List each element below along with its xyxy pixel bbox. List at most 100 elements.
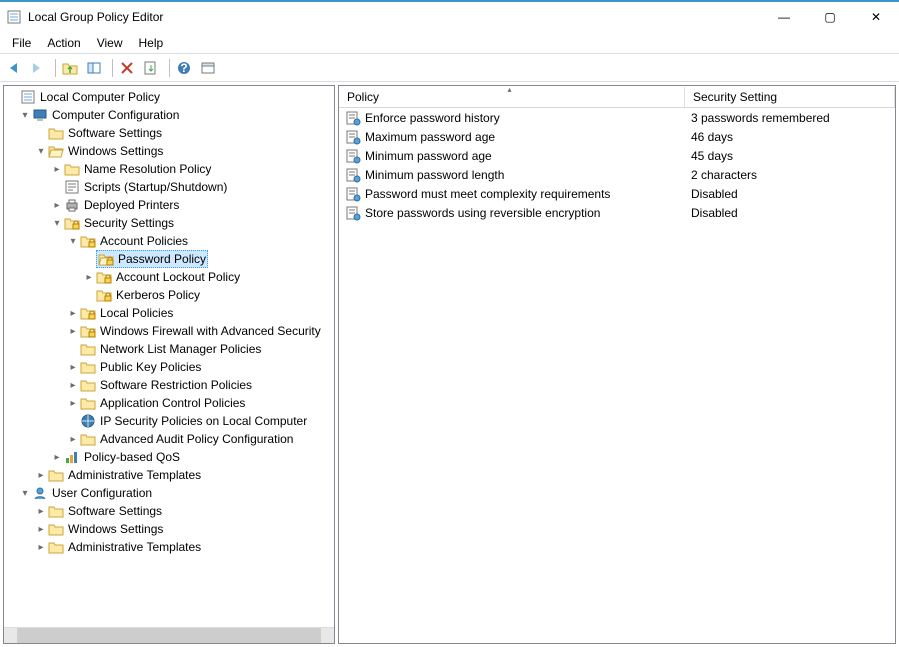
chevron-down-icon[interactable]: ▾ [50, 218, 64, 229]
tree-item-scripts[interactable]: ▸ Scripts (Startup/Shutdown) [4, 178, 334, 196]
chevron-right-icon[interactable]: ▸ [34, 542, 48, 553]
list-row[interactable]: Minimum password age45 days [339, 146, 895, 165]
tree-horizontal-scrollbar[interactable] [4, 627, 334, 643]
tree-item-software-restriction[interactable]: ▸ Software Restriction Policies [4, 376, 334, 394]
show-hide-tree-button[interactable] [85, 57, 107, 79]
maximize-button[interactable]: ▢ [807, 2, 853, 32]
forward-button[interactable] [28, 57, 50, 79]
chevron-down-icon[interactable]: ▾ [66, 236, 80, 247]
folder-icon [48, 467, 64, 483]
list-row[interactable]: Store passwords using reversible encrypt… [339, 203, 895, 222]
chevron-right-icon[interactable]: ▸ [66, 362, 80, 373]
policy-item-icon [345, 205, 361, 221]
back-button[interactable] [4, 57, 26, 79]
column-header-setting[interactable]: Security Setting [685, 87, 895, 107]
delete-button[interactable] [118, 57, 140, 79]
tree-label: Local Computer Policy [40, 90, 160, 104]
folder-icon [64, 161, 80, 177]
close-button[interactable]: ✕ [853, 2, 899, 32]
chevron-right-icon[interactable]: ▸ [34, 506, 48, 517]
list-pane: Policy Security Setting Enforce password… [338, 85, 896, 644]
list-row[interactable]: Enforce password history3 passwords reme… [339, 108, 895, 127]
tree-item-firewall[interactable]: ▸ Windows Firewall with Advanced Securit… [4, 322, 334, 340]
policy-item-icon [345, 110, 361, 126]
tree-item-user-config[interactable]: ▾ User Configuration [4, 484, 334, 502]
minimize-button[interactable]: — [761, 2, 807, 32]
folder-icon [48, 125, 64, 141]
tree-item-password-policy[interactable]: ▸ Password Policy [4, 250, 334, 268]
policy-name: Maximum password age [365, 130, 495, 144]
tree-label: Kerberos Policy [116, 288, 200, 302]
tree-item-ip-security[interactable]: ▸ IP Security Policies on Local Computer [4, 412, 334, 430]
cell-policy: Maximum password age [339, 129, 685, 145]
folder-lock-open-icon [98, 251, 114, 267]
chevron-right-icon[interactable]: ▸ [66, 380, 80, 391]
tree-item-user-admin-templates[interactable]: ▸ Administrative Templates [4, 538, 334, 556]
window-title: Local Group Policy Editor [28, 10, 761, 24]
toolbar-separator [169, 59, 170, 77]
tree-item-root[interactable]: ▾ Local Computer Policy [4, 88, 334, 106]
app-icon [6, 9, 22, 25]
tree-item-advanced-audit[interactable]: ▸ Advanced Audit Policy Configuration [4, 430, 334, 448]
tree-item-local-policies[interactable]: ▸ Local Policies [4, 304, 334, 322]
chevron-right-icon[interactable]: ▸ [50, 200, 64, 211]
up-one-level-button[interactable] [61, 57, 83, 79]
list-row[interactable]: Minimum password length2 characters [339, 165, 895, 184]
properties-button[interactable] [199, 57, 221, 79]
tree-label: Local Policies [100, 306, 173, 320]
menu-file[interactable]: File [4, 33, 39, 53]
cell-setting: 46 days [685, 130, 895, 144]
chevron-right-icon[interactable]: ▸ [34, 470, 48, 481]
tree-item-computer-config[interactable]: ▾ Computer Configuration [4, 106, 334, 124]
chevron-right-icon[interactable]: ▸ [34, 524, 48, 535]
tree-item-windows-settings[interactable]: ▾ Windows Settings [4, 142, 334, 160]
menu-action[interactable]: Action [39, 33, 88, 53]
tree-item-kerberos-policy[interactable]: ▸ Kerberos Policy [4, 286, 334, 304]
scroll-right-button[interactable] [320, 628, 334, 643]
chevron-right-icon[interactable]: ▸ [50, 452, 64, 463]
list-row[interactable]: Maximum password age 46 days [339, 127, 895, 146]
tree-item-user-software-settings[interactable]: ▸ Software Settings [4, 502, 334, 520]
main-area: ▾ Local Computer Policy ▾ Computer Confi… [0, 82, 899, 647]
tree-item-account-policies[interactable]: ▾ Account Policies [4, 232, 334, 250]
policy-name: Minimum password age [365, 149, 492, 163]
export-list-button[interactable] [142, 57, 164, 79]
chevron-right-icon[interactable]: ▸ [66, 434, 80, 445]
chevron-down-icon[interactable]: ▾ [18, 488, 32, 499]
scroll-thumb[interactable] [18, 628, 320, 643]
toolbar [0, 54, 899, 82]
tree-item-software-settings[interactable]: ▸ Software Settings [4, 124, 334, 142]
tree-view[interactable]: ▾ Local Computer Policy ▾ Computer Confi… [4, 86, 334, 627]
help-button[interactable] [175, 57, 197, 79]
menu-help[interactable]: Help [131, 33, 172, 53]
tree-item-network-list[interactable]: ▸ Network List Manager Policies [4, 340, 334, 358]
tree-item-app-control[interactable]: ▸ Application Control Policies [4, 394, 334, 412]
tree-item-name-resolution[interactable]: ▸ Name Resolution Policy [4, 160, 334, 178]
scroll-left-button[interactable] [4, 628, 18, 643]
tree-item-security-settings[interactable]: ▾ Security Settings [4, 214, 334, 232]
chevron-right-icon[interactable]: ▸ [66, 398, 80, 409]
menu-view[interactable]: View [89, 33, 131, 53]
cell-setting: Disabled [685, 187, 895, 201]
chevron-right-icon[interactable]: ▸ [82, 272, 96, 283]
chevron-right-icon[interactable]: ▸ [66, 326, 80, 337]
tree-item-account-lockout[interactable]: ▸ Account Lockout Policy [4, 268, 334, 286]
list-row[interactable]: Password must meet complexity requiremen… [339, 184, 895, 203]
tree-label: Windows Firewall with Advanced Security [100, 324, 321, 338]
column-header-policy[interactable]: Policy [339, 87, 685, 107]
chevron-right-icon[interactable]: ▸ [66, 308, 80, 319]
cell-policy: Minimum password length [339, 167, 685, 183]
chevron-right-icon[interactable]: ▸ [50, 164, 64, 175]
list-body[interactable]: Enforce password history3 passwords reme… [339, 108, 895, 643]
tree-item-user-windows-settings[interactable]: ▸ Windows Settings [4, 520, 334, 538]
cell-setting: Disabled [685, 206, 895, 220]
folder-icon [48, 539, 64, 555]
tree-item-deployed-printers[interactable]: ▸ Deployed Printers [4, 196, 334, 214]
tree-item-qos[interactable]: ▸ Policy-based QoS [4, 448, 334, 466]
help-icon [176, 60, 192, 76]
tree-label: IP Security Policies on Local Computer [100, 414, 307, 428]
tree-item-admin-templates[interactable]: ▸ Administrative Templates [4, 466, 334, 484]
chevron-down-icon[interactable]: ▾ [18, 110, 32, 121]
tree-item-public-key[interactable]: ▸ Public Key Policies [4, 358, 334, 376]
chevron-down-icon[interactable]: ▾ [34, 146, 48, 157]
